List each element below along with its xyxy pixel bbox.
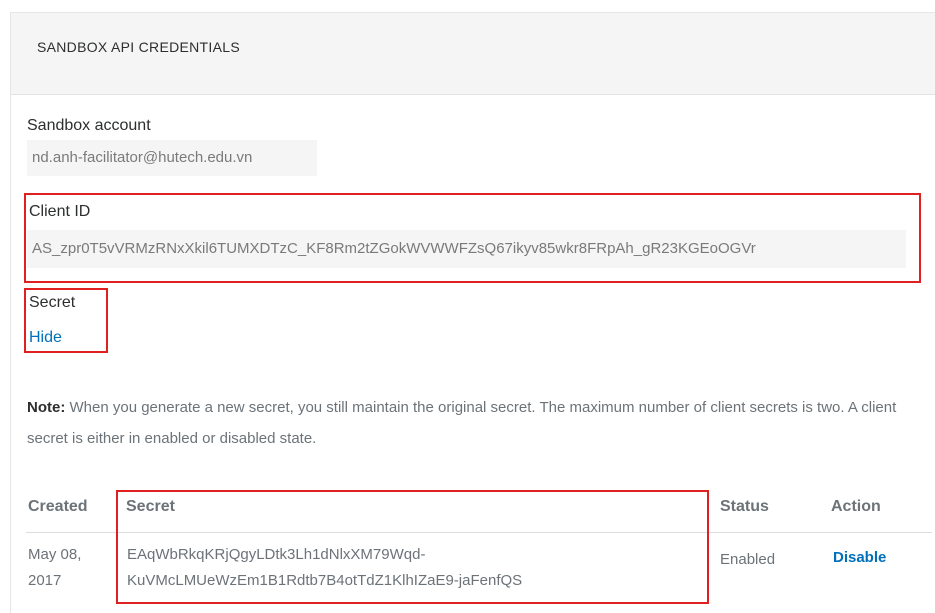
secret-status: Enabled [720,551,776,568]
column-header-created: Created [28,498,88,515]
secret-highlight-box [24,288,108,353]
created-date: May 08, 2017 [28,544,81,592]
panel-title: SANDBOX API CREDENTIALS [37,39,240,55]
sandbox-account-value: nd.anh-facilitator@hutech.edu.vn [27,140,317,176]
note-bold-label: Note: [27,399,66,416]
created-date-line1: May 08, [28,546,82,563]
panel-header: SANDBOX API CREDENTIALS [11,13,935,95]
client-id-highlight-box [24,193,921,283]
column-header-status: Status [720,498,769,515]
column-header-action: Action [831,498,881,515]
created-date-line2: 2017 [28,572,62,589]
disable-secret-link[interactable]: Disable [833,549,886,566]
secret-note: Note: When you generate a new secret, yo… [27,392,927,454]
note-text: When you generate a new secret, you stil… [27,399,897,447]
secret-column-highlight-box [116,490,709,604]
sandbox-account-label: Sandbox account [27,117,151,134]
